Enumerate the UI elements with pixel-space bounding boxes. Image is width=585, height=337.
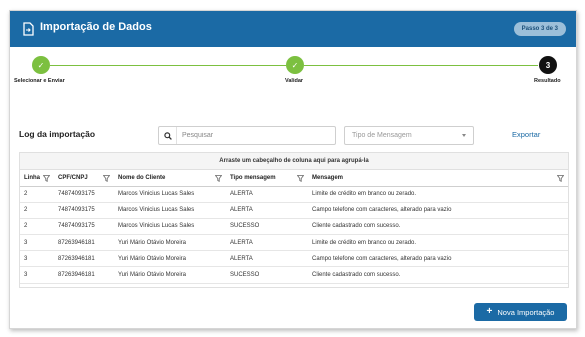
cell-mensagem: Campo telefone com caracteres, alterado … [308,202,568,219]
log-title: Log da importação [19,129,96,139]
cell-nome: Marcos Vinicius Lucas Sales [114,186,226,203]
chevron-down-icon [462,134,466,137]
column-header-nome[interactable]: Nome do Cliente [114,170,226,187]
cell-tipo: SUCESSO [226,218,308,236]
cell-mensagem: Limite de crédito em branco ou zerado. [308,186,568,203]
cell-linha: 3 [20,266,54,284]
cell-linha: 2 [20,202,54,219]
filter-icon[interactable] [215,175,222,182]
log-grid: Arraste um cabeçalho de coluna aqui para… [19,152,569,288]
cell-mensagem: Limite de crédito em branco ou zerado. [308,234,568,252]
new-import-label: Nova Importação [497,307,555,317]
message-type-select[interactable]: Tipo de Mensagem [344,126,474,145]
import-window: Importação de Dados Passo 3 de 3 ✓ Selec… [9,10,577,329]
cell-linha: 3 [20,234,54,252]
step-connector [50,65,286,66]
cell-nome: Yuri Mário Otávio Moreira [114,266,226,284]
cell-tipo: ALERTA [226,250,308,268]
cell-nome: Yuri Mário Otávio Moreira [114,234,226,252]
cell-cpf: 74874093175 [54,218,114,236]
cell-mensagem: Cliente cadastrado com sucesso. [308,218,568,236]
search-button[interactable] [159,127,177,144]
filter-icon[interactable] [297,175,304,182]
app-header: Importação de Dados Passo 3 de 3 [10,11,576,47]
step-2-check-icon: ✓ [286,56,304,74]
filter-icon[interactable] [557,175,564,182]
export-button[interactable]: Exportar [512,130,540,139]
step-1-check-icon: ✓ [32,56,50,74]
header-row: Linha CPF/CNPJ Nome do Cliente Tipo mens… [20,170,568,187]
cell-linha: 2 [20,218,54,236]
column-header-tipo[interactable]: Tipo mensagem [226,170,308,187]
group-panel[interactable]: Arraste um cabeçalho de coluna aqui para… [20,153,568,170]
step-badge: Passo 3 de 3 [513,22,566,36]
cell-cpf: 74874093175 [54,202,114,219]
step-connector [304,65,538,66]
cell-tipo: ALERTA [226,202,308,219]
page-title: Importação de Dados [40,21,152,33]
table-row[interactable]: 3 87263946181 Yuri Mário Otávio Moreira … [20,234,568,252]
cell-tipo: ALERTA [226,186,308,203]
stepper: ✓ Selecionar e Enviar ✓ Validar 3 Result… [10,47,576,97]
step-2-label: Validar [285,78,304,84]
cell-nome: Marcos Vinicius Lucas Sales [114,202,226,219]
cell-cpf: 74874093175 [54,186,114,203]
table-row[interactable]: 3 87263946181 Yuri Mário Otávio Moreira … [20,250,568,268]
cell-nome: Yuri Mário Otávio Moreira [114,250,226,268]
cell-tipo: SUCESSO [226,266,308,284]
new-import-button[interactable]: + Nova Importação [474,303,567,321]
step-3-number: 3 [539,56,557,74]
search-icon [163,131,172,140]
search-input[interactable] [177,132,327,139]
message-type-placeholder: Tipo de Mensagem [352,132,412,139]
filter-icon[interactable] [103,175,110,182]
column-header-mensagem[interactable]: Mensagem [308,170,568,187]
cell-mensagem: Cliente cadastrado com sucesso. [308,266,568,284]
step-3-label: Resultado [534,78,561,84]
column-header-cpf[interactable]: CPF/CNPJ [54,170,114,187]
table-row[interactable]: 2 74874093175 Marcos Vinicius Lucas Sale… [20,186,568,203]
document-import-icon [23,22,34,36]
table-row[interactable]: 3 87263946181 Yuri Mário Otávio Moreira … [20,266,568,284]
table-row[interactable]: 2 74874093175 Marcos Vinicius Lucas Sale… [20,202,568,219]
cell-nome: Marcos Vinicius Lucas Sales [114,218,226,236]
cell-cpf: 87263946181 [54,250,114,268]
cell-linha: 3 [20,250,54,268]
cell-mensagem: Campo telefone com caracteres, alterado … [308,250,568,268]
step-1-label: Selecionar e Enviar [14,78,65,84]
log-table: Linha CPF/CNPJ Nome do Cliente Tipo mens… [20,170,568,284]
column-header-linha[interactable]: Linha [20,170,54,187]
cell-tipo: ALERTA [226,234,308,252]
search-box [158,126,336,145]
filter-icon[interactable] [43,175,50,182]
cell-cpf: 87263946181 [54,266,114,284]
cell-linha: 2 [20,186,54,203]
plus-icon: + [486,306,493,317]
table-row[interactable]: 2 74874093175 Marcos Vinicius Lucas Sale… [20,218,568,236]
cell-cpf: 87263946181 [54,234,114,252]
